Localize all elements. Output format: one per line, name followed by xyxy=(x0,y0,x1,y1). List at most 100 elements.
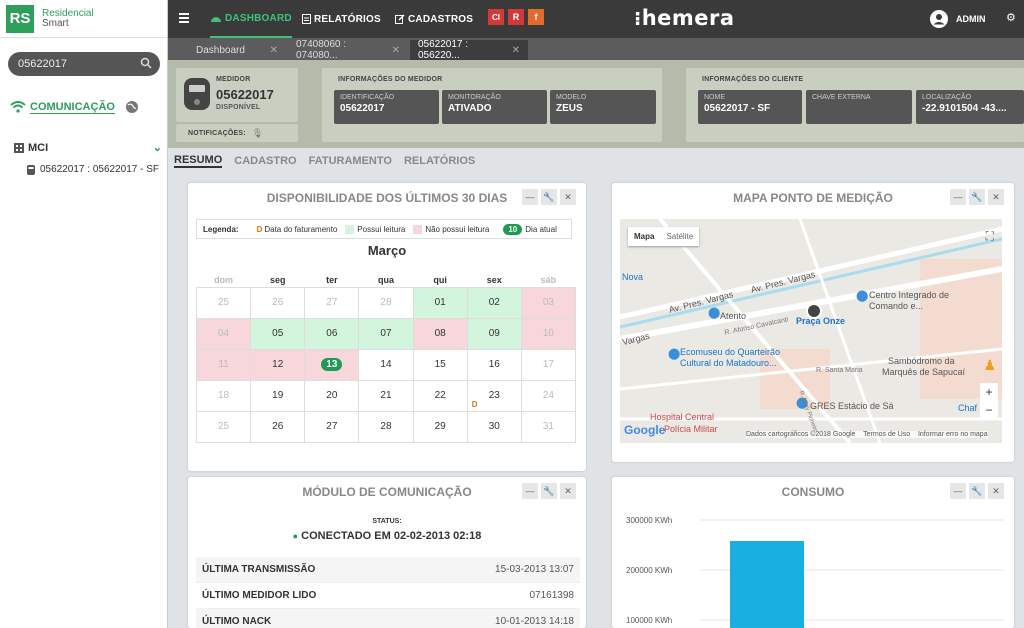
consumption-bar[interactable] xyxy=(730,541,804,628)
google-logo: Google xyxy=(624,423,666,437)
calendar-day[interactable]: 12 xyxy=(250,348,306,381)
calendar-day[interactable]: 22 xyxy=(412,379,468,412)
calendar-day[interactable]: 02 xyxy=(466,286,522,319)
map-panel: MAPA PONTO DE MEDIÇÃO — 🔧 ✕ Mapa Satélite … xyxy=(612,183,1014,462)
tree-item-meter[interactable]: 05622017 : 05622017 - SF xyxy=(26,164,159,175)
globe-icon[interactable] xyxy=(125,100,139,114)
legend-today-badge: 10 xyxy=(503,223,523,235)
table-row: ÚLTIMO NACK 10-01-2013 14:18 xyxy=(196,609,580,628)
calendar-day[interactable]: 30 xyxy=(466,410,522,443)
location-pin-icon[interactable]: ⬤ xyxy=(856,289,868,302)
calendar-day[interactable]: 29 xyxy=(412,410,468,443)
close-icon[interactable]: ✕ xyxy=(392,45,400,56)
app-f-button[interactable]: f xyxy=(528,9,544,25)
search-input[interactable]: 05622017 xyxy=(8,52,160,76)
tab-meter-05622017[interactable]: 05622017 : 056220... ✕ xyxy=(410,39,528,61)
calendar-week: 11 12 13 14 15 16 17 xyxy=(195,348,577,381)
microphone-icon[interactable]: 🎙 xyxy=(252,128,263,139)
modelo-field: MODELO ZEUS xyxy=(550,90,656,124)
calendar-day[interactable]: 25 xyxy=(195,410,252,443)
close-icon[interactable]: ✕ xyxy=(512,45,520,56)
calendar-day[interactable]: 26 xyxy=(250,410,306,443)
calendar-day[interactable]: 27 xyxy=(304,286,360,319)
close-icon[interactable]: ✕ xyxy=(560,483,576,499)
map-type-map-button[interactable]: Mapa xyxy=(628,227,660,246)
calendar-day[interactable]: 26 xyxy=(250,286,306,319)
nav-cadastros[interactable]: CADASTROS xyxy=(395,0,473,38)
chevron-down-icon[interactable]: ⌄ xyxy=(153,141,162,154)
calendar-day[interactable]: 15 xyxy=(412,348,468,381)
logo-text: Residencial Smart xyxy=(42,7,94,29)
location-pin-icon[interactable]: ⬤ xyxy=(708,306,720,319)
location-pin-icon[interactable]: ⬤ xyxy=(668,347,680,360)
calendar-day[interactable]: 03 xyxy=(520,286,577,319)
calendar-day[interactable]: 27 xyxy=(304,410,360,443)
tab-meter-07408060[interactable]: 07408060 : 074080... ✕ xyxy=(288,39,408,61)
calendar-day[interactable]: 25 xyxy=(195,286,252,319)
meter-number: 05622017 xyxy=(216,87,274,102)
minimize-icon[interactable]: — xyxy=(522,189,538,205)
table-row: ÚLTIMO MEDIDOR LIDO 07161398 xyxy=(196,583,580,609)
calendar-day[interactable]: 10 xyxy=(520,317,577,350)
nav-dashboard[interactable]: DASHBOARD xyxy=(210,0,292,38)
search-icon[interactable] xyxy=(140,57,152,69)
calendar-grid: dom seg ter qua qui sex sáb 25 26 27 28 01 02 03 04 05… xyxy=(195,273,577,443)
tab-relatorios[interactable]: RELATÓRIOS xyxy=(404,155,475,167)
user-menu[interactable]: ADMIN xyxy=(930,10,986,28)
tab-faturamento[interactable]: FATURAMENTO xyxy=(309,155,392,167)
localizacao-field: LOCALIZAÇÃO -22.9101504 -43.... xyxy=(916,90,1024,124)
gear-icon[interactable]: ⚙ xyxy=(1006,11,1016,24)
app-r-button[interactable]: R xyxy=(508,9,524,25)
tree-root-mci[interactable]: MCI ⌄ xyxy=(14,141,162,154)
calendar-day[interactable]: 09 xyxy=(466,317,522,350)
calendar-day[interactable]: 04 xyxy=(195,317,252,350)
fullscreen-icon[interactable]: ⛶ xyxy=(986,229,994,244)
calendar-day[interactable]: 08 xyxy=(412,317,468,350)
street-view-icon[interactable]: ♟ xyxy=(983,357,996,374)
calendar-day[interactable]: 01 xyxy=(412,286,468,319)
calendar-day[interactable]: 17 xyxy=(520,348,577,381)
zoom-out-button[interactable]: − xyxy=(980,401,998,419)
calendar-day[interactable]: 07 xyxy=(358,317,414,350)
calendar-day[interactable]: 21 xyxy=(358,379,414,412)
close-icon[interactable]: ✕ xyxy=(988,189,1004,205)
grid-icon xyxy=(14,142,24,153)
calendar-day[interactable]: 11 xyxy=(195,348,252,381)
menu-icon[interactable] xyxy=(179,13,189,23)
tab-resumo[interactable]: RESUMO xyxy=(174,154,223,168)
communication-link[interactable]: COMUNICAÇÃO xyxy=(10,100,139,114)
calendar-day[interactable]: 31 xyxy=(520,410,577,443)
calendar-day[interactable]: 16 xyxy=(466,348,522,381)
calendar-day[interactable]: 24 xyxy=(520,379,577,412)
map-type-satellite-button[interactable]: Satélite xyxy=(660,227,699,246)
meter-status: DISPONÍVEL xyxy=(216,104,261,111)
zoom-in-button[interactable]: + xyxy=(980,383,998,401)
calendar-day[interactable]: 13 xyxy=(304,348,360,381)
minimize-icon[interactable]: — xyxy=(950,189,966,205)
tab-cadastro[interactable]: CADASTRO xyxy=(234,155,296,167)
dashboard-icon xyxy=(211,17,221,22)
wrench-icon[interactable]: 🔧 xyxy=(541,483,557,499)
calendar-day[interactable]: 28 xyxy=(358,286,414,319)
minimize-icon[interactable]: — xyxy=(522,483,538,499)
wrench-icon[interactable]: 🔧 xyxy=(969,189,985,205)
close-icon[interactable]: ✕ xyxy=(270,45,278,56)
app-ci-button[interactable]: CI xyxy=(488,9,504,25)
calendar-day[interactable]: 05 xyxy=(250,317,306,350)
meter-icon xyxy=(184,78,210,110)
calendar-day[interactable]: 18 xyxy=(195,379,252,412)
calendar-day[interactable]: 14 xyxy=(358,348,414,381)
tab-dashboard[interactable]: Dashboard ✕ xyxy=(188,40,286,60)
close-icon[interactable]: ✕ xyxy=(560,189,576,205)
logo[interactable]: RS Residencial Smart xyxy=(0,0,167,38)
calendar-day[interactable]: 23 D xyxy=(466,379,522,412)
status-dot-icon: ● xyxy=(292,531,299,541)
wrench-icon[interactable]: 🔧 xyxy=(541,189,557,205)
calendar-day[interactable]: 20 xyxy=(304,379,360,412)
calendar-day[interactable]: 28 xyxy=(358,410,414,443)
calendar-day[interactable]: 19 xyxy=(250,379,306,412)
map-view[interactable]: Mapa Satélite ⛶ Nova Av. Pres. Vargas Av… xyxy=(620,219,1002,443)
calendar-day[interactable]: 06 xyxy=(304,317,360,350)
meter-card: MEDIDOR 05622017 DISPONÍVEL xyxy=(176,68,298,122)
nav-relatorios[interactable]: RELATÓRIOS xyxy=(302,0,381,38)
